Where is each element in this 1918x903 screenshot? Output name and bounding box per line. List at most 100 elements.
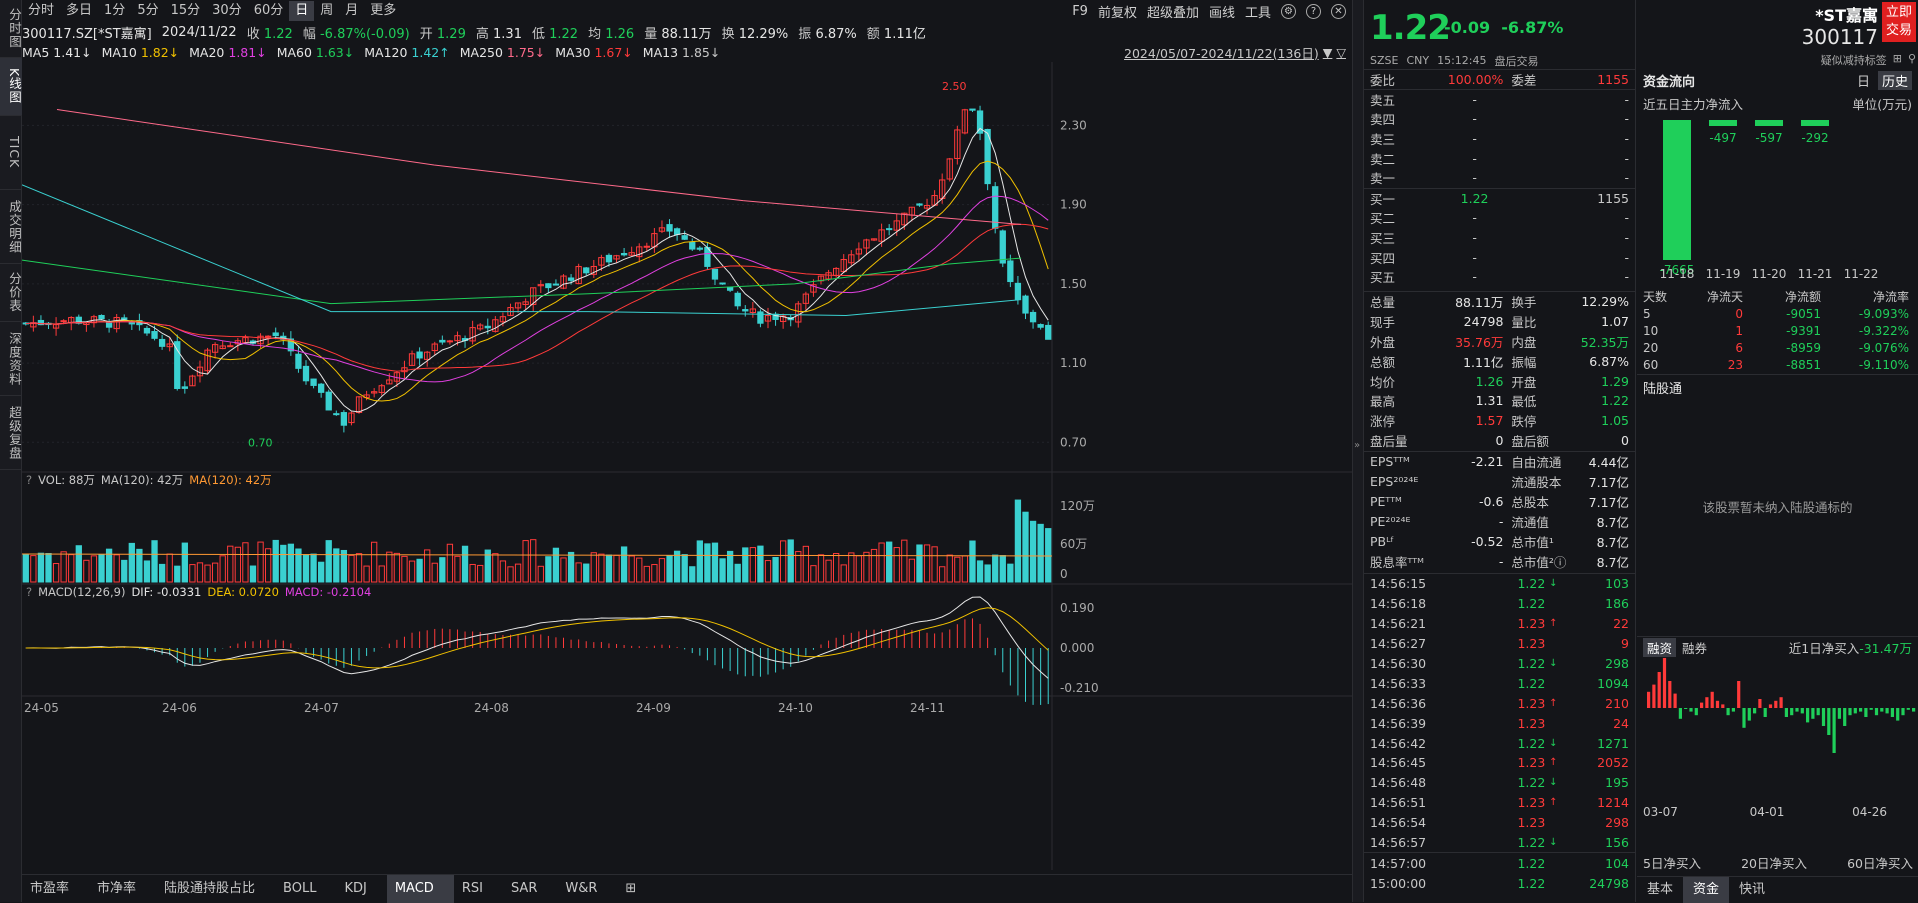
help-icon[interactable]: ? bbox=[1306, 3, 1321, 19]
volume-bar bbox=[249, 565, 257, 583]
period-tab[interactable]: 分时 bbox=[22, 1, 60, 21]
volume-bar bbox=[984, 564, 991, 583]
volume-bar bbox=[1037, 523, 1044, 583]
leftbar-item[interactable]: 成交明细 bbox=[0, 190, 22, 264]
period-tab[interactable]: 1分 bbox=[98, 1, 131, 21]
trade-now-button[interactable]: 立即交易 bbox=[1882, 2, 1916, 42]
toolbar-item[interactable]: F9 bbox=[1072, 4, 1088, 19]
buy-price: - bbox=[1472, 230, 1477, 246]
ma-item: MA10 1.82↓ bbox=[102, 45, 180, 60]
collapse-toggle[interactable]: » bbox=[1352, 0, 1364, 902]
ma-value: 1.63↓ bbox=[315, 44, 355, 60]
candle-body bbox=[446, 340, 454, 343]
ma-item: MA13 1.85↓ bbox=[643, 45, 721, 60]
indicator-tab[interactable]: RSI bbox=[454, 875, 503, 903]
ma-value: 1.81↓ bbox=[228, 44, 267, 60]
sell-level: 卖四 bbox=[1370, 112, 1396, 128]
hk-connect-message: 该股票暂未纳入陆股通标的 bbox=[1702, 500, 1853, 515]
margin-bar bbox=[1694, 708, 1698, 716]
indicator-tab[interactable]: SAR bbox=[503, 875, 557, 903]
tick-price: 1.23 bbox=[1517, 715, 1546, 731]
right-bottom-tab[interactable]: 快讯 bbox=[1729, 877, 1775, 903]
stat-value: 1.05 bbox=[1601, 413, 1629, 429]
ma-item: MA20 1.81↓ bbox=[189, 45, 267, 60]
avg-value: 1.26 bbox=[605, 26, 635, 42]
close-icon[interactable]: ✕ bbox=[1331, 3, 1346, 19]
date-tick-label: 24-09 bbox=[636, 701, 671, 715]
leftbar-item[interactable]: 超级复盘 bbox=[0, 396, 22, 470]
gear-icon[interactable]: ⚙ bbox=[1281, 3, 1296, 19]
indicator-tab[interactable]: 市净率 bbox=[89, 875, 156, 903]
tick-time: 14:56:51 bbox=[1370, 795, 1427, 811]
date-range[interactable]: 2024/05/07-2024/11/22(136日) ▼ ▽ bbox=[1124, 43, 1352, 62]
volume-bar bbox=[522, 540, 529, 583]
amp-value: 6.87% bbox=[815, 26, 857, 42]
indicator-tab[interactable]: BOLL bbox=[275, 875, 336, 903]
volume-bar bbox=[363, 565, 370, 583]
volume-legend-item: ? bbox=[26, 473, 32, 487]
toolbar-item[interactable]: 超级叠加 bbox=[1147, 2, 1199, 21]
margin-bar bbox=[1811, 708, 1815, 719]
leftbar-item[interactable]: K线图 bbox=[0, 58, 22, 116]
margin-bar bbox=[1662, 658, 1667, 708]
toolbar-item[interactable]: 工具 bbox=[1245, 2, 1271, 21]
leftbar-item[interactable]: 分价表 bbox=[0, 264, 22, 322]
tick-row: 14:56:54 1.23 298 bbox=[1364, 813, 1635, 833]
volume-bar bbox=[583, 563, 590, 583]
margin-tab[interactable]: 融券 bbox=[1678, 638, 1711, 657]
period-tab[interactable]: 15分 bbox=[165, 1, 207, 21]
indicator-tab[interactable]: KDJ bbox=[336, 875, 386, 903]
buy-price: - bbox=[1472, 249, 1477, 265]
period-tab[interactable]: 5分 bbox=[131, 1, 164, 21]
period-tab[interactable]: 周 bbox=[314, 1, 339, 21]
volume-bar bbox=[401, 555, 408, 583]
period-tab[interactable]: 更多 bbox=[364, 1, 402, 21]
candle-body bbox=[158, 338, 166, 347]
grid-icon[interactable]: ⊞ bbox=[1893, 52, 1902, 68]
stat-row: 总额 1.11亿 振幅 6.87% bbox=[1364, 351, 1635, 371]
period-tab[interactable]: 多日 bbox=[60, 1, 98, 21]
toolbar-item[interactable]: 画线 bbox=[1209, 2, 1235, 21]
tick-price: 1.23 bbox=[1517, 636, 1546, 652]
candle-body bbox=[742, 309, 749, 312]
sell-volume: - bbox=[1624, 131, 1629, 147]
fund-flow-tab[interactable]: 历史 bbox=[1877, 70, 1912, 90]
leftbar-item[interactable]: TICK bbox=[0, 116, 22, 190]
stat-row: PBᴸᶠ -0.52 总市值¹ 8.7亿 bbox=[1364, 531, 1635, 551]
period-tab[interactable]: 30分 bbox=[206, 1, 248, 21]
volume-bar bbox=[878, 542, 885, 583]
reduce-tag[interactable]: 疑似减持标签 bbox=[1821, 52, 1887, 68]
period-tab[interactable]: 日 bbox=[289, 1, 315, 21]
period-tab[interactable]: 60分 bbox=[248, 1, 290, 21]
indicator-tab[interactable]: W&R bbox=[557, 875, 617, 903]
volume-axis-label: 0 bbox=[1060, 567, 1068, 581]
volume-bar bbox=[886, 541, 893, 583]
margin-bar bbox=[1880, 708, 1884, 712]
volume-bar bbox=[1029, 520, 1037, 583]
candle-body bbox=[1007, 260, 1014, 283]
fund-flow-table: 天数 净流天 净流额 净流率 5 0 -9051 -9.093% 10 1 -9391 -9.322%… bbox=[1637, 288, 1918, 373]
sell-price: - bbox=[1472, 91, 1477, 107]
ma-value: 1.85↓ bbox=[682, 44, 721, 60]
tick-volume: 1094 bbox=[1597, 675, 1629, 691]
period-tab[interactable]: 月 bbox=[339, 1, 364, 21]
indicator-tab[interactable]: 市盈率 bbox=[22, 875, 89, 903]
right-bottom-tab[interactable]: 基本 bbox=[1637, 877, 1683, 903]
leftbar-item[interactable]: 深度资料 bbox=[0, 322, 22, 396]
indicator-tab[interactable]: 陆股通持股占比 bbox=[156, 875, 275, 903]
toolbar-item[interactable]: 前复权 bbox=[1098, 2, 1137, 21]
stat-value: 4.44亿 bbox=[1588, 455, 1629, 471]
volume-bar bbox=[469, 563, 476, 583]
right-bottom-tab[interactable]: 资金 bbox=[1683, 877, 1730, 903]
kline-chart[interactable]: 2.301.901.501.100.702.500.70************… bbox=[22, 62, 1352, 870]
tick-price: 1.23 bbox=[1517, 695, 1546, 711]
indicator-tab[interactable]: ⊞ bbox=[617, 875, 656, 903]
candle-body bbox=[318, 383, 325, 393]
margin-tab[interactable]: 融资 bbox=[1643, 638, 1677, 657]
link-icon[interactable]: ⚲ bbox=[1908, 52, 1916, 68]
leftbar-item[interactable]: 分时图 bbox=[0, 0, 22, 58]
fund-flow-tab[interactable]: 日 bbox=[1853, 71, 1874, 90]
indicator-tab[interactable]: MACD bbox=[386, 874, 454, 903]
volume-bar bbox=[22, 554, 29, 583]
amt-field: 额 1.11亿 bbox=[867, 23, 926, 42]
